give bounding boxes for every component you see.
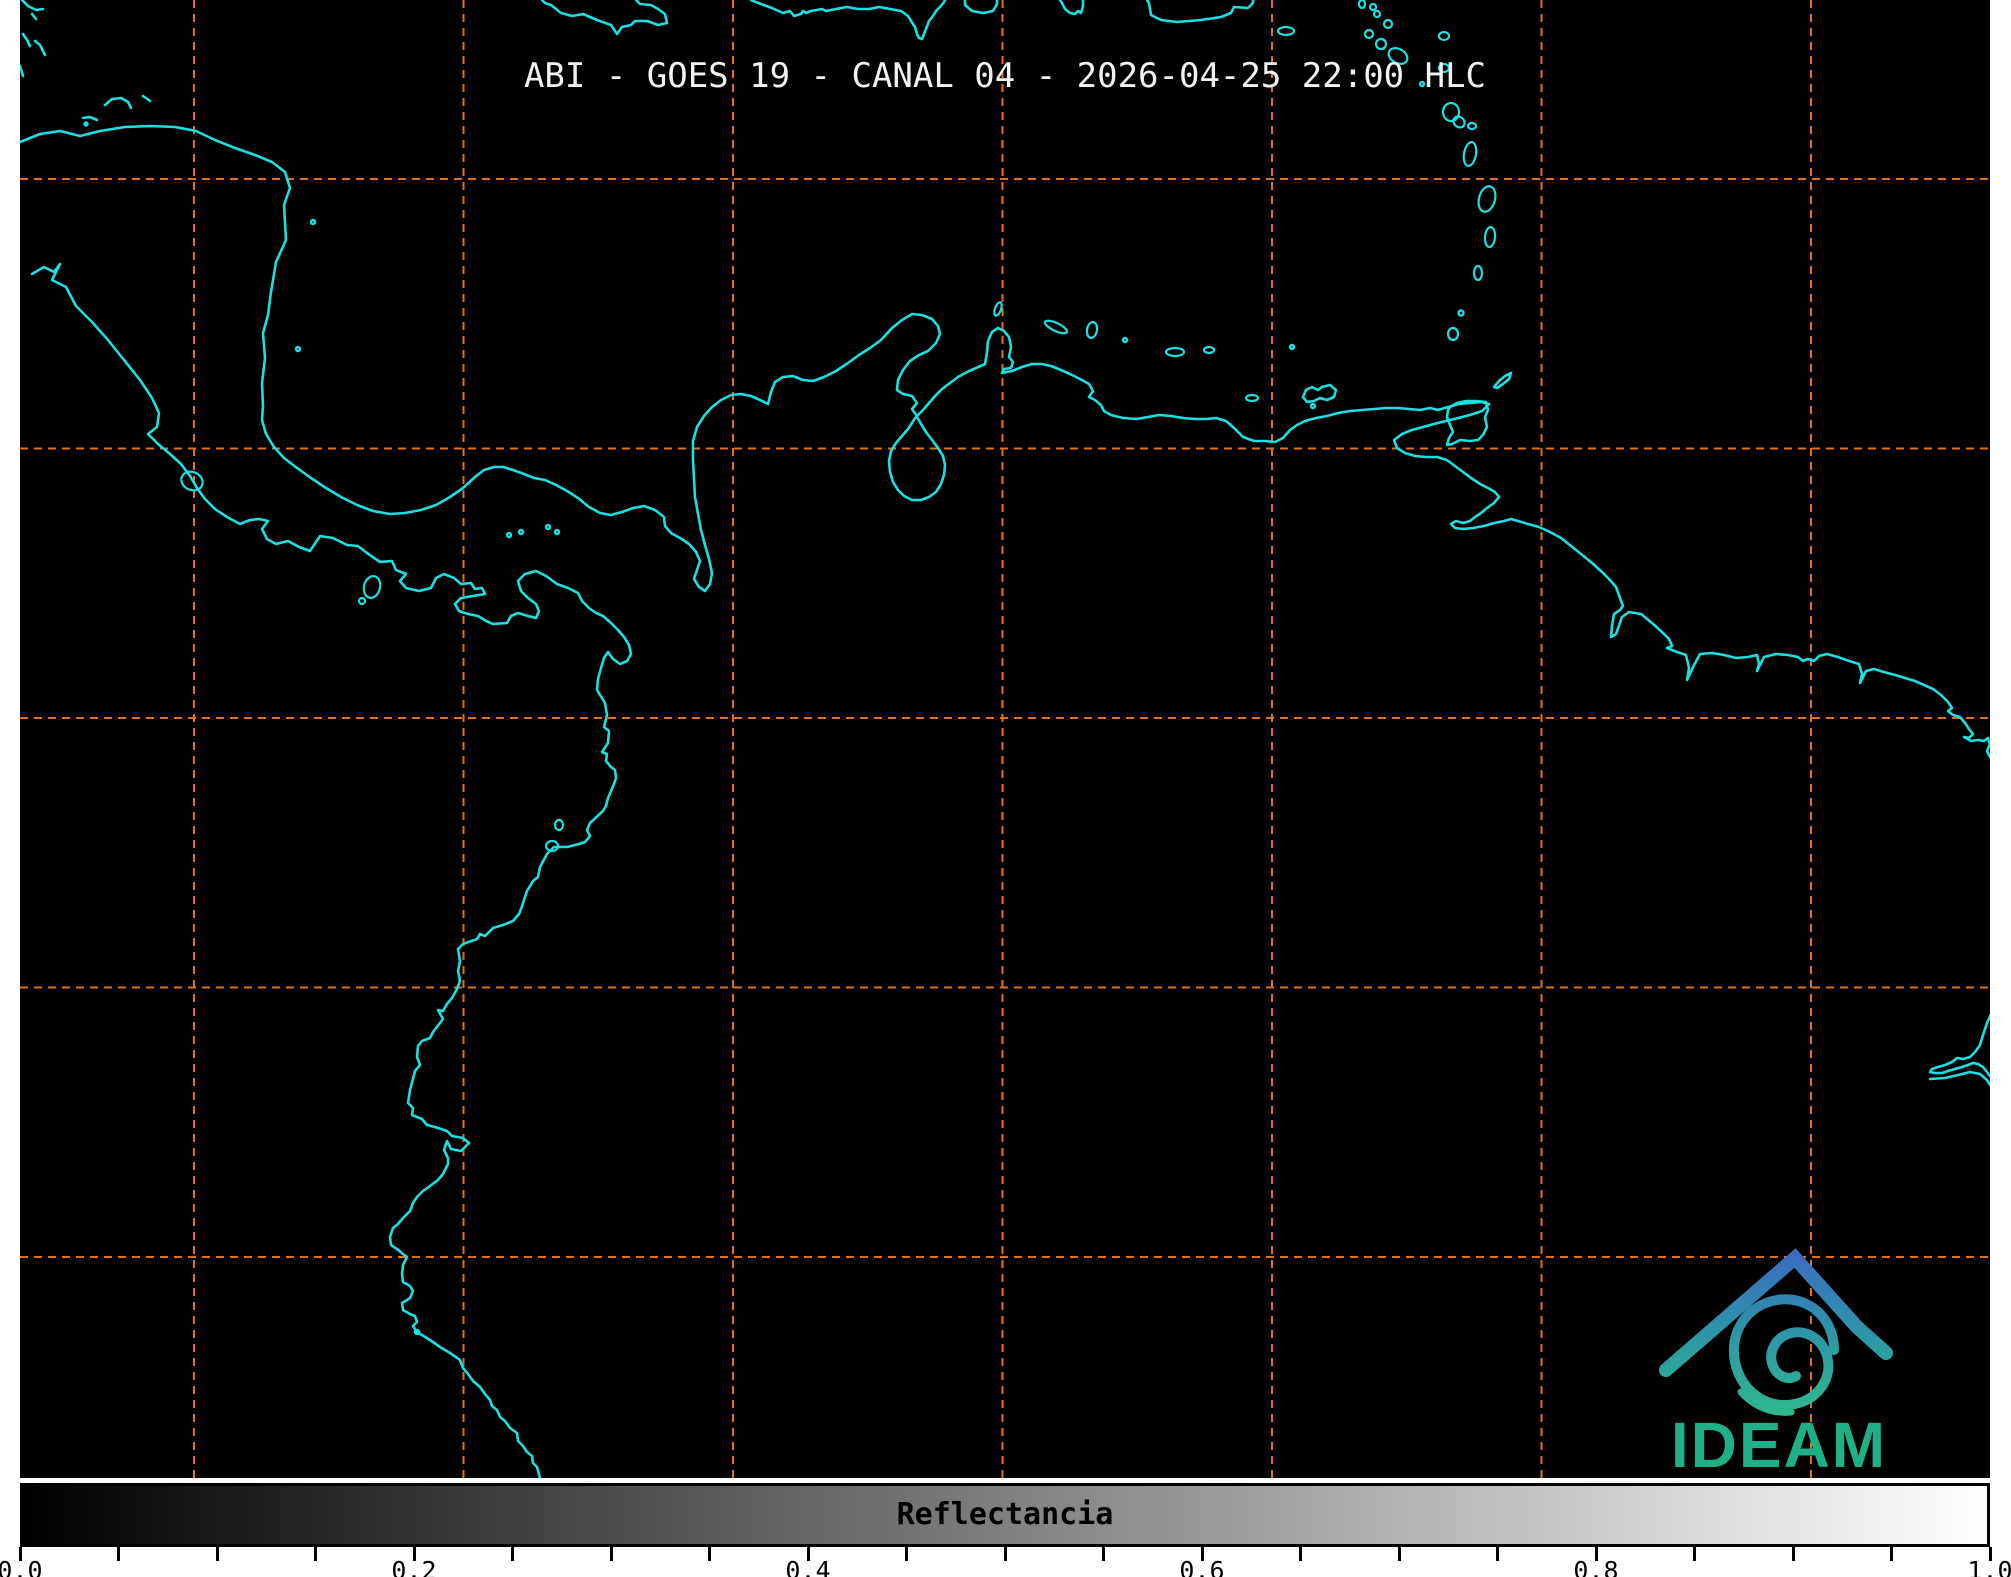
island-dot xyxy=(294,345,302,353)
coastline-pacific-mainland xyxy=(30,262,633,1478)
coastline-margarita xyxy=(1301,383,1338,404)
map-svg-layer: IDEAM xyxy=(20,0,1990,1481)
island-outline xyxy=(1483,225,1497,249)
coastline-guayana-estuary-1 xyxy=(1928,1013,1990,1078)
island-dot xyxy=(505,531,513,539)
island-outline xyxy=(1477,185,1497,213)
colorbar-tick xyxy=(1003,1547,1007,1561)
island-dot xyxy=(83,121,89,127)
coastline-lake-maracaibo xyxy=(887,415,947,502)
coastline-hispaniola-east xyxy=(963,0,999,15)
colorbar-tick xyxy=(609,1547,613,1561)
island-outline xyxy=(1462,141,1478,167)
colorbar-tick xyxy=(511,1547,514,1561)
colorbar-tick xyxy=(1496,1547,1499,1561)
coastline-cuba-fragment-4 xyxy=(33,39,47,57)
colorbar-tick-label: 0.8 xyxy=(1573,1556,1619,1577)
island-dot xyxy=(553,528,561,536)
image-title: ABI - GOES 19 - CANAL 04 - 2026-04-25 22… xyxy=(523,56,1487,96)
coastline-puerto-rico xyxy=(1145,0,1255,24)
colorbar-label: Reflectancia xyxy=(896,1497,1114,1532)
colorbar-tick-label: 0.0 xyxy=(0,1556,43,1577)
coastline-cuba-fragment-3 xyxy=(21,32,32,48)
island-dot xyxy=(544,523,552,531)
coastline-bay-islands-3 xyxy=(141,94,152,103)
island-outline xyxy=(1085,320,1099,340)
coastline-cuba-fragment-1 xyxy=(20,0,45,12)
island-outline xyxy=(553,818,565,832)
island-outline xyxy=(1164,346,1186,358)
ideam-logo: IDEAM xyxy=(1659,1248,1893,1481)
coastline-mona-fragment xyxy=(1058,0,1085,16)
island-outline xyxy=(1276,25,1296,37)
island-dot xyxy=(1121,336,1129,344)
island-outline xyxy=(1043,319,1069,335)
colorbar-tick xyxy=(1791,1547,1795,1561)
island-outline xyxy=(1372,9,1382,19)
island-outline xyxy=(1437,30,1451,42)
island-dot xyxy=(1288,343,1296,351)
island-dot xyxy=(1309,402,1317,410)
island-outline xyxy=(1244,393,1260,403)
island-outline xyxy=(1357,0,1367,10)
island-dot xyxy=(1457,309,1465,317)
satellite-image-figure: IDEAM ABI - GOES 19 - CANAL 04 - 2026-04… xyxy=(0,0,2011,1577)
colorbar-tick xyxy=(905,1547,908,1561)
colorbar-tick xyxy=(1102,1547,1105,1561)
colorbar-tick xyxy=(1397,1547,1401,1561)
island-outline xyxy=(357,596,367,606)
coastline-tobago xyxy=(1492,371,1513,390)
island-outline xyxy=(1466,121,1478,131)
colorbar-tick xyxy=(1890,1547,1893,1561)
coastline-bay-islands-1 xyxy=(81,115,99,122)
logo-wordmark: IDEAM xyxy=(1671,1409,1887,1481)
colorbar-tick-label: 0.2 xyxy=(391,1556,437,1577)
island-outline xyxy=(1472,264,1484,282)
island-outline xyxy=(1446,326,1460,342)
colorbar-tick-label: 1.0 xyxy=(1967,1556,2011,1577)
island-outline xyxy=(362,575,382,599)
island-outline xyxy=(1452,115,1466,129)
island-outline xyxy=(1382,18,1394,30)
colorbar-tick xyxy=(314,1547,317,1561)
coastline-cuba-fragment-2 xyxy=(30,12,38,21)
coastline-jamaica xyxy=(540,0,669,36)
island-dot xyxy=(517,528,525,536)
coastline-hispaniola-south xyxy=(749,0,947,41)
logo-hurricane-spiral-icon xyxy=(1728,1294,1839,1411)
coastline-bay-islands-2 xyxy=(103,96,133,110)
colorbar-tick xyxy=(708,1547,711,1561)
colorbar-tick xyxy=(215,1547,219,1561)
coastline-trinidad xyxy=(1445,399,1490,447)
island-outline xyxy=(1441,101,1461,123)
colorbar-tick-label: 0.6 xyxy=(1179,1556,1225,1577)
colorbar-gradient: Reflectancia xyxy=(20,1483,1990,1547)
island-outline xyxy=(1368,2,1378,12)
island-outline xyxy=(1363,28,1375,40)
island-dot xyxy=(309,218,317,226)
colorbar-tick xyxy=(1693,1547,1696,1561)
island-outline xyxy=(1374,37,1388,51)
colorbar-tick xyxy=(1299,1547,1302,1561)
colorbar-tick-label: 0.4 xyxy=(785,1556,831,1577)
colorbar-tick xyxy=(117,1547,120,1561)
island-outline xyxy=(1202,345,1216,355)
